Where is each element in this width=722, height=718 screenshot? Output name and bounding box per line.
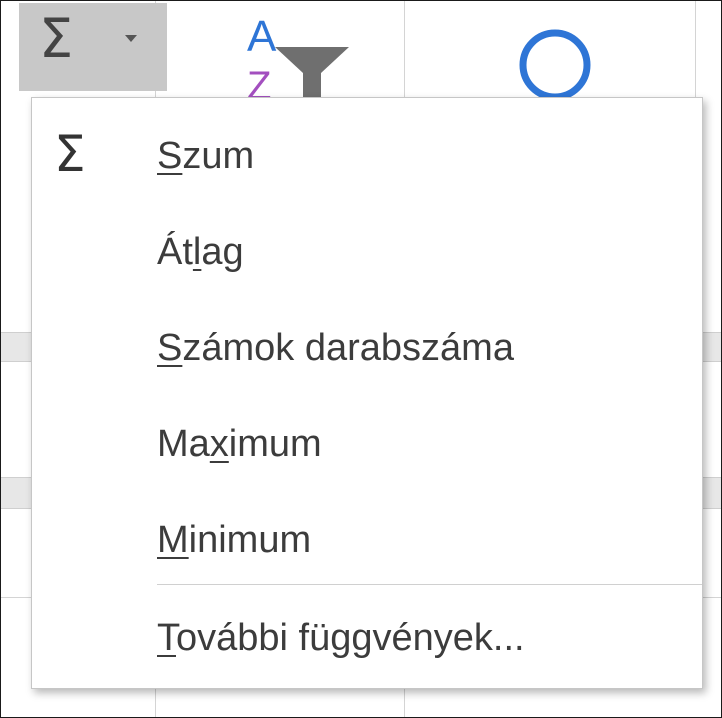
- autosum-button[interactable]: Σ: [19, 3, 167, 91]
- excel-window-crop: Σ A Z Σ Szum Átlag Számok darabszáma Max…: [0, 0, 722, 718]
- menu-item-atlag[interactable]: Átlag: [32, 204, 702, 300]
- magnifier-ring: [519, 29, 591, 101]
- find-select-icon[interactable]: [509, 21, 609, 101]
- menu-item-szamok-darabszama[interactable]: Számok darabszáma: [32, 300, 702, 396]
- autosum-dropdown-menu: Σ Szum Átlag Számok darabszáma Maximum M…: [31, 97, 703, 689]
- menu-item-label: Számok darabszáma: [157, 327, 514, 369]
- ribbon-editing-group: Σ A Z: [1, 1, 721, 101]
- menu-item-label: További függvények...: [157, 617, 525, 659]
- ribbon-divider: [404, 1, 405, 97]
- sigma-icon: Σ: [39, 7, 74, 70]
- menu-item-tovabbi-fuggvenyek[interactable]: További függvények...: [32, 590, 702, 686]
- sort-letter-z: Z: [247, 64, 271, 97]
- filter-funnel-shape: [275, 47, 349, 97]
- menu-item-label: Szum: [157, 135, 255, 177]
- menu-item-label: Maximum: [157, 423, 322, 465]
- menu-item-szum[interactable]: Σ Szum: [32, 108, 702, 204]
- sort-letter-a: A: [247, 12, 277, 61]
- menu-item-minimum[interactable]: Minimum: [32, 492, 702, 588]
- menu-item-label: Minimum: [157, 519, 312, 561]
- menu-item-maximum[interactable]: Maximum: [32, 396, 702, 492]
- menu-separator: [157, 584, 702, 585]
- sort-filter-icon[interactable]: A Z: [241, 7, 351, 97]
- menu-item-label: Átlag: [157, 231, 244, 273]
- sigma-icon: Σ: [54, 125, 86, 183]
- ribbon-divider: [695, 1, 696, 97]
- chevron-down-icon[interactable]: [125, 35, 137, 42]
